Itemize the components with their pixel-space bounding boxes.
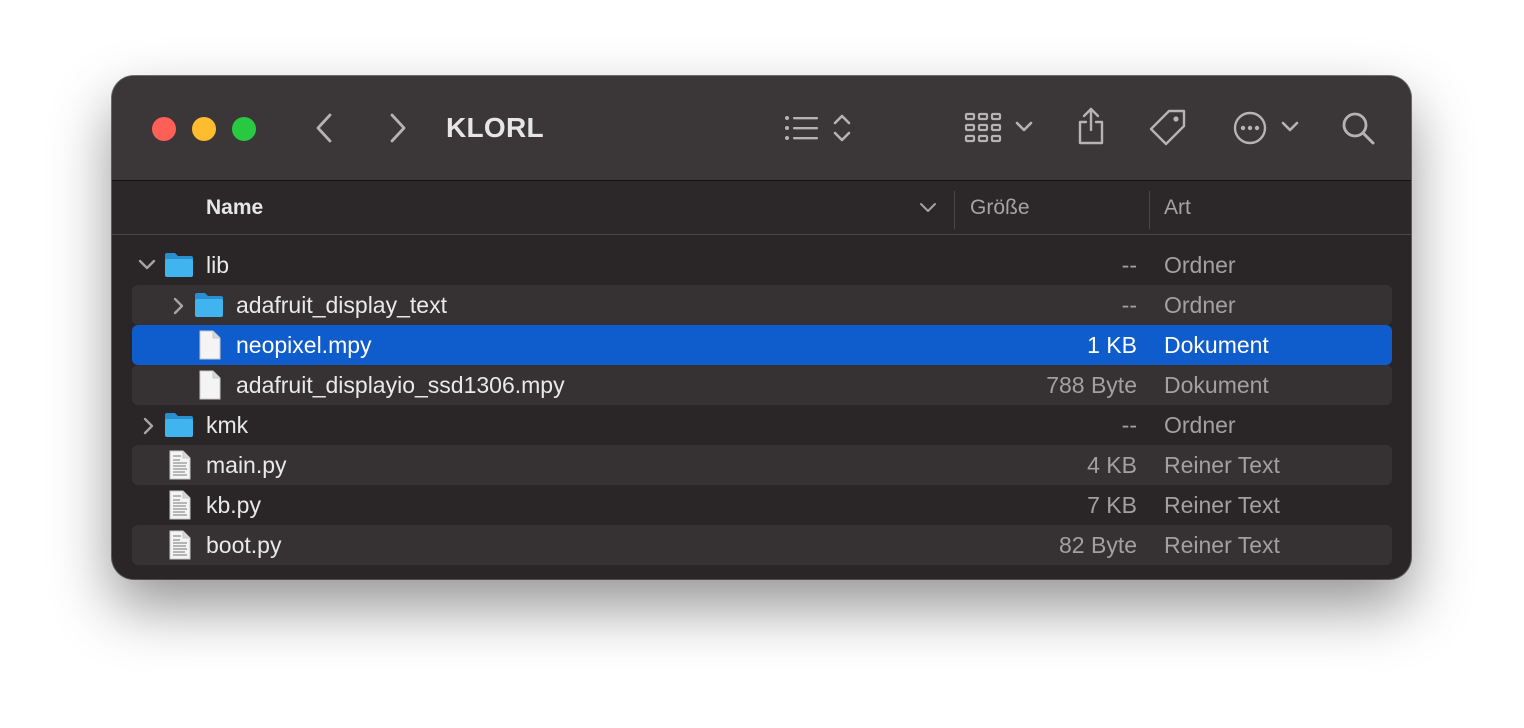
disclosure-expanded-icon[interactable] <box>138 258 156 272</box>
list-item[interactable]: adafruit_displayio_ssd1306.mpy 788 Byte … <box>132 365 1392 405</box>
folder-icon <box>195 293 223 317</box>
column-header: Name Größe Art <box>112 181 1411 235</box>
item-kind: Reiner Text <box>1164 452 1280 478</box>
list-item-selected[interactable]: neopixel.mpy 1 KB Dokument <box>132 325 1392 365</box>
item-size: 7 KB <box>1087 492 1137 518</box>
text-file-icon <box>169 530 191 560</box>
item-size: 4 KB <box>1087 452 1137 478</box>
document-icon <box>199 370 221 400</box>
item-size: 82 Byte <box>1059 532 1137 558</box>
item-size: 788 Byte <box>1046 372 1137 398</box>
document-icon <box>199 330 221 360</box>
text-file-icon <box>169 490 191 520</box>
text-file-icon <box>169 450 191 480</box>
list-item[interactable]: kmk -- Ordner <box>132 405 1392 445</box>
column-divider[interactable] <box>1149 191 1150 229</box>
list-item[interactable]: main.py 4 KB Reiner Text <box>132 445 1392 485</box>
finder-window: KLORL Name Größe Art lib -- Ordner adafr… <box>112 76 1411 579</box>
item-kind: Reiner Text <box>1164 532 1280 558</box>
more-chevron-down-icon[interactable] <box>1280 120 1300 134</box>
item-name: kb.py <box>206 492 261 518</box>
window-title: KLORL <box>446 112 544 143</box>
disclosure-collapsed-icon[interactable] <box>142 417 156 435</box>
item-kind: Dokument <box>1164 372 1269 398</box>
list-item[interactable]: boot.py 82 Byte Reiner Text <box>132 525 1392 565</box>
toolbar: KLORL <box>112 76 1411 181</box>
item-name: adafruit_displayio_ssd1306.mpy <box>236 372 565 398</box>
list-view-icon[interactable] <box>784 114 820 142</box>
list-item[interactable]: adafruit_display_text -- Ordner <box>132 285 1392 325</box>
item-size: 1 KB <box>1087 332 1137 358</box>
item-kind: Ordner <box>1164 292 1236 318</box>
group-icon[interactable] <box>964 112 1002 144</box>
folder-icon <box>165 253 193 277</box>
item-name: lib <box>206 252 230 278</box>
column-divider[interactable] <box>954 191 955 229</box>
zoom-button[interactable] <box>232 117 256 141</box>
sort-icon[interactable] <box>832 112 852 144</box>
item-name: kmk <box>206 412 249 438</box>
chevron-down-icon[interactable] <box>1014 120 1034 134</box>
item-name: main.py <box>206 452 287 478</box>
share-icon[interactable] <box>1075 106 1107 146</box>
item-size: -- <box>1121 292 1137 318</box>
column-kind[interactable]: Art <box>1164 196 1191 220</box>
more-icon[interactable] <box>1232 110 1268 146</box>
item-name: boot.py <box>206 532 282 558</box>
item-size: -- <box>1121 412 1137 438</box>
disclosure-collapsed-icon[interactable] <box>172 297 186 315</box>
item-kind: Reiner Text <box>1164 492 1280 518</box>
back-icon[interactable] <box>312 112 338 144</box>
sort-descending-icon[interactable] <box>919 202 937 214</box>
item-name: neopixel.mpy <box>236 332 372 358</box>
item-size: -- <box>1121 252 1137 278</box>
folder-icon <box>165 413 193 437</box>
item-kind: Dokument <box>1164 332 1269 358</box>
item-kind: Ordner <box>1164 412 1236 438</box>
column-size[interactable]: Größe <box>970 196 1030 220</box>
close-button[interactable] <box>152 117 176 141</box>
search-icon[interactable] <box>1340 110 1376 146</box>
forward-icon[interactable] <box>384 112 410 144</box>
column-name[interactable]: Name <box>206 196 263 220</box>
tag-icon[interactable] <box>1148 108 1188 148</box>
item-name: adafruit_display_text <box>236 292 447 318</box>
minimize-button[interactable] <box>192 117 216 141</box>
list-item[interactable]: lib -- Ordner <box>132 245 1392 285</box>
list-item[interactable]: kb.py 7 KB Reiner Text <box>132 485 1392 525</box>
item-kind: Ordner <box>1164 252 1236 278</box>
